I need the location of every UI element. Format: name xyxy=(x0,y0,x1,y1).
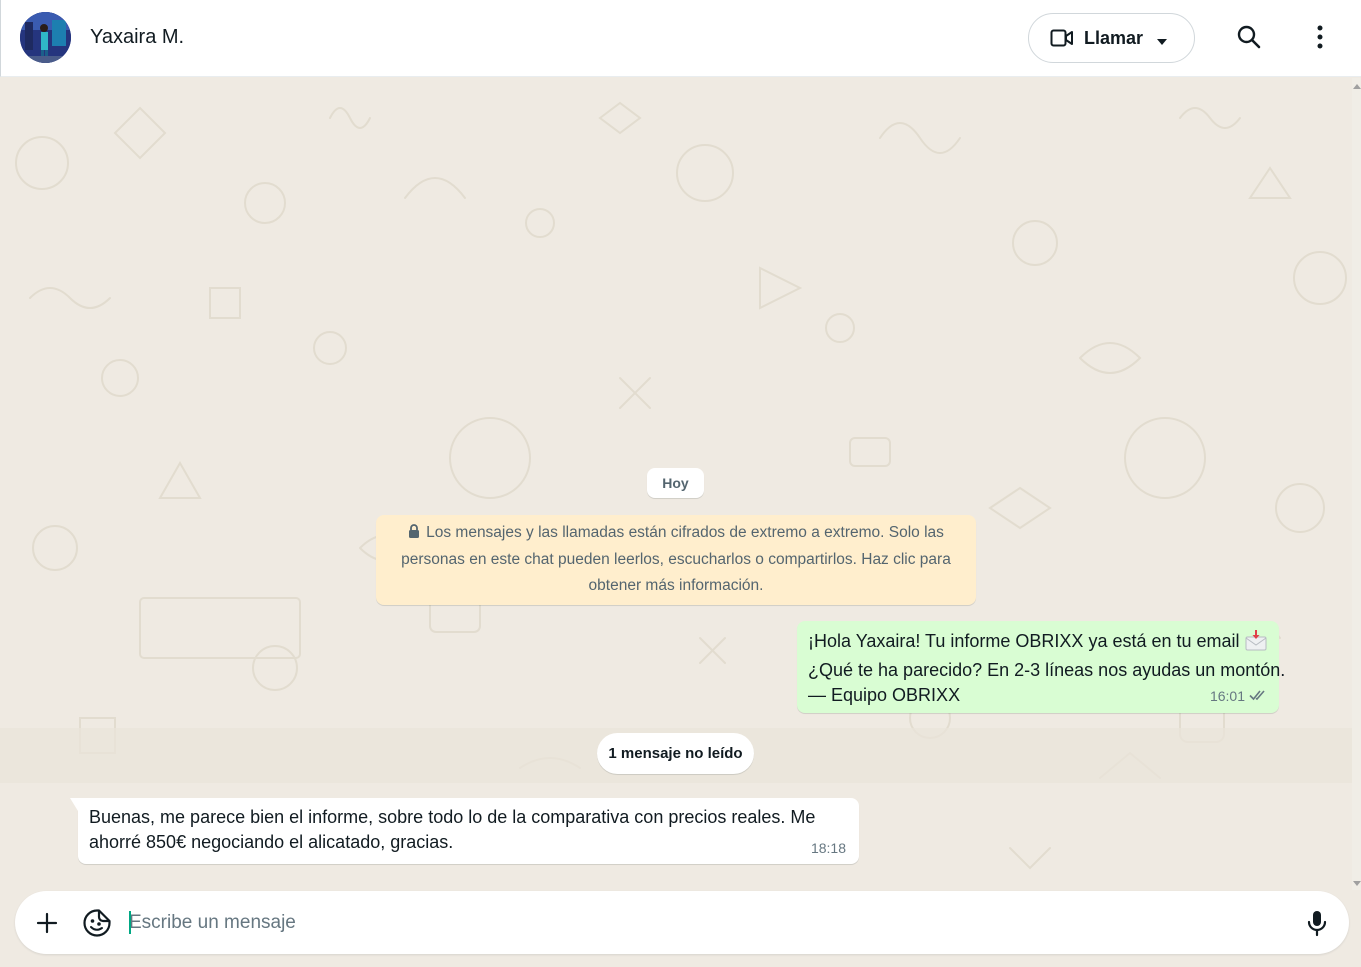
scroll-up-arrow-icon[interactable] xyxy=(1353,84,1361,89)
menu-kebab-icon[interactable] xyxy=(1305,22,1335,52)
microphone-icon[interactable] xyxy=(1306,909,1328,942)
chat-scrollbar[interactable] xyxy=(1352,78,1361,890)
encryption-notice[interactable]: Los mensajes y las llamadas están cifrad… xyxy=(376,515,976,605)
scroll-down-arrow-icon[interactable] xyxy=(1353,881,1361,886)
search-icon[interactable] xyxy=(1234,22,1264,52)
sticker-emoji-icon[interactable] xyxy=(82,908,112,943)
avatar-image xyxy=(20,12,71,63)
video-camera-icon xyxy=(1050,27,1074,54)
lock-icon xyxy=(408,521,420,547)
unread-messages-chip: 1 mensaje no leído xyxy=(597,733,754,774)
date-divider-chip: Hoy xyxy=(647,468,704,498)
message-composer xyxy=(15,891,1349,954)
message-text-line: ahorré 850€ negociando el alicatado, gra… xyxy=(89,832,454,852)
call-button[interactable]: Llamar xyxy=(1028,13,1195,63)
message-time: 16:01 xyxy=(1209,688,1245,704)
incoming-envelope-icon xyxy=(1244,629,1268,658)
encryption-notice-line-3: obtener más información. xyxy=(588,577,764,594)
contact-name[interactable]: Yaxaira M. xyxy=(90,26,184,49)
message-text-line: ¡Hola Yaxaira! Tu informe OBRIXX ya está… xyxy=(808,629,1269,658)
chevron-down-icon[interactable] xyxy=(1156,33,1168,51)
outgoing-message-bubble[interactable]: ¡Hola Yaxaira! Tu informe OBRIXX ya está… xyxy=(797,621,1286,713)
encryption-notice-line-2: personas en este chat pueden leerlos, es… xyxy=(401,551,951,568)
plus-attach-icon[interactable] xyxy=(35,911,59,940)
text-cursor xyxy=(129,911,131,934)
incoming-message-bubble[interactable]: Buenas, me parece bien el informe, sobre… xyxy=(70,798,859,864)
message-meta: 16:01 xyxy=(1210,684,1269,709)
message-time: 18:18 xyxy=(810,840,846,856)
message-text-line: Buenas, me parece bien el informe, sobre… xyxy=(89,807,816,827)
bubble-tail xyxy=(70,798,78,811)
chat-header: Yaxaira M. Llamar xyxy=(0,0,1361,77)
encryption-notice-line-1: Los mensajes y las llamadas están cifrad… xyxy=(408,524,944,541)
double-check-read-icon xyxy=(1249,684,1269,709)
message-text-line: ¿Qué te ha parecido? En 2-3 líneas nos a… xyxy=(808,660,1286,680)
message-input[interactable] xyxy=(129,907,1269,939)
contact-avatar[interactable] xyxy=(20,12,71,63)
call-button-label: Llamar xyxy=(1084,28,1144,48)
message-text-line: — Equipo OBRIXX xyxy=(808,685,961,705)
